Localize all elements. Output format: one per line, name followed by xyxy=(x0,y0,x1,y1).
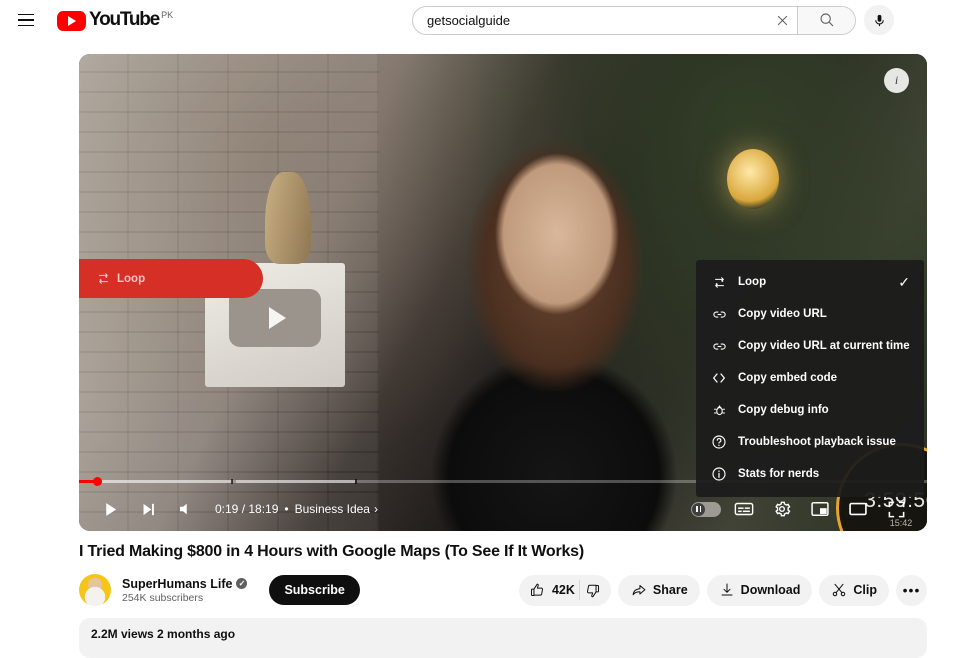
channel-name-label: SuperHumans Life xyxy=(122,576,233,591)
chapter-label: Business Idea xyxy=(294,502,370,516)
progress-buffer xyxy=(235,479,355,483)
download-button[interactable]: Download xyxy=(706,574,813,606)
video-lightbulb-prop xyxy=(727,149,779,209)
country-code-label: PK xyxy=(161,9,174,20)
play-button[interactable] xyxy=(91,490,129,528)
search-button[interactable] xyxy=(797,6,855,34)
context-menu-label: Loop xyxy=(738,276,767,288)
search-box xyxy=(412,5,856,35)
context-menu-label: Copy debug info xyxy=(738,404,829,416)
context-menu-item-copy-debug-info[interactable]: Copy debug info xyxy=(696,394,924,426)
video-player[interactable]: 3:59:56 15:42 i xyxy=(79,54,927,531)
video-view-count-and-date: 2.2M views 2 months ago xyxy=(91,627,236,641)
share-button[interactable]: Share xyxy=(617,574,700,606)
code-icon xyxy=(706,370,732,386)
autoplay-pause-bar xyxy=(695,506,698,512)
context-menu-item-copy-video-url[interactable]: Copy video URL xyxy=(696,298,924,330)
autoplay-pause-bar xyxy=(699,506,702,512)
time-separator: • xyxy=(284,502,289,516)
time-display: 0:19 / 18:19 • Business Idea › xyxy=(215,502,378,516)
player-context-menu[interactable]: Loop ✓ Copy video URL Copy video URL at … xyxy=(696,260,924,497)
search-input[interactable] xyxy=(413,12,767,28)
time-current-duration: 0:19 / 18:19 xyxy=(215,502,279,516)
youtube-play-icon xyxy=(57,10,86,31)
next-video-button[interactable] xyxy=(129,490,167,528)
question-icon xyxy=(706,434,732,450)
hamburger-bar xyxy=(18,13,34,16)
download-label: Download xyxy=(740,583,801,597)
share-label: Share xyxy=(652,583,688,597)
hamburger-bar xyxy=(18,24,34,27)
context-menu-item-stats-for-nerds[interactable]: Stats for nerds xyxy=(696,458,924,490)
subscribe-button[interactable]: Subscribe xyxy=(269,575,360,605)
video-meta-row: SuperHumans Life ✓ 254K subscribers Subs… xyxy=(79,572,927,608)
link-icon xyxy=(706,339,732,354)
video-description-box[interactable]: 2.2M views 2 months ago xyxy=(79,618,927,658)
context-menu-label: Copy video URL xyxy=(738,308,827,320)
chapter-title-link[interactable]: Business Idea › xyxy=(295,502,378,516)
link-icon xyxy=(706,307,732,322)
guide-menu-button[interactable] xyxy=(9,3,43,37)
like-count: 42K xyxy=(551,583,575,597)
progress-buffer xyxy=(79,479,232,483)
youtube-wordmark: YouTube xyxy=(89,8,160,30)
more-actions-button[interactable]: ••• xyxy=(896,574,927,606)
chevron-right-icon: › xyxy=(373,502,378,516)
clip-button[interactable]: Clip xyxy=(819,574,889,606)
channel-avatar[interactable] xyxy=(79,574,111,606)
plaque-play-icon xyxy=(229,289,321,347)
context-menu-item-troubleshoot-playback-issue[interactable]: Troubleshoot playback issue xyxy=(696,426,924,458)
video-info-icon[interactable]: i xyxy=(884,68,909,93)
context-menu-label: Copy embed code xyxy=(738,372,838,384)
verified-badge-icon: ✓ xyxy=(236,578,248,589)
like-dislike-divider xyxy=(578,580,580,600)
hamburger-bar xyxy=(18,19,34,21)
search-area xyxy=(412,0,894,40)
context-menu-item-copy-video-url-at-current-time[interactable]: Copy video URL at current time xyxy=(696,330,924,362)
bug-icon xyxy=(706,403,732,418)
video-presenter xyxy=(409,116,699,531)
check-icon: ✓ xyxy=(898,273,910,290)
clip-label: Clip xyxy=(853,583,877,597)
like-dislike-group: 42K xyxy=(518,574,611,606)
channel-info: SuperHumans Life ✓ 254K subscribers xyxy=(122,576,248,604)
context-menu-item-copy-embed-code[interactable]: Copy embed code xyxy=(696,362,924,394)
context-menu-label: Stats for nerds xyxy=(738,468,820,480)
context-menu-label: Troubleshoot playback issue xyxy=(738,436,896,448)
video-action-buttons: 42K Share Download Clip ••• xyxy=(518,574,927,606)
dislike-button[interactable] xyxy=(584,582,601,599)
chapter-divider xyxy=(230,478,233,484)
context-menu-label: Copy video URL at current time xyxy=(738,340,910,352)
loop-icon xyxy=(706,275,732,290)
channel-name-link[interactable]: SuperHumans Life ✓ xyxy=(122,576,248,591)
video-title: I Tried Making $800 in 4 Hours with Goog… xyxy=(79,543,585,560)
autoplay-pill xyxy=(691,501,721,517)
subscriber-count: 254K subscribers xyxy=(122,591,204,604)
video-award-plaque xyxy=(205,263,345,387)
progress-handle[interactable] xyxy=(92,476,102,486)
voice-search-button[interactable] xyxy=(864,5,894,35)
context-menu-item-loop[interactable]: Loop ✓ xyxy=(696,266,924,298)
volume-button[interactable] xyxy=(167,490,205,528)
masthead: YouTube PK xyxy=(0,0,955,40)
video-vase-prop xyxy=(265,172,311,264)
like-button[interactable]: 42K xyxy=(529,582,575,599)
autoplay-knob xyxy=(692,502,705,516)
clear-search-icon[interactable] xyxy=(767,7,797,34)
info-icon xyxy=(706,466,732,482)
chapter-divider xyxy=(355,478,358,484)
youtube-logo[interactable]: YouTube PK xyxy=(57,8,174,31)
